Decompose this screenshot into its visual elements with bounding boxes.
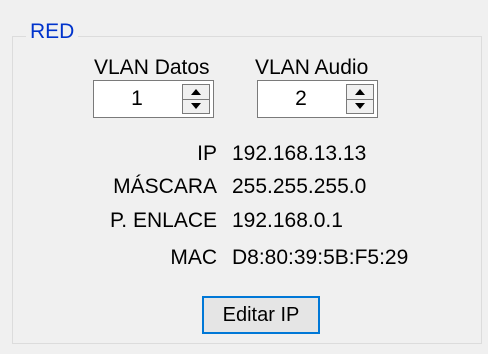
triangle-down-icon	[191, 103, 201, 109]
vlan-audio-stepper[interactable]: 2	[257, 80, 378, 118]
gateway-value: 192.168.0.1	[232, 209, 343, 232]
vlan-datos-decrement-button[interactable]	[183, 99, 209, 113]
triangle-up-icon	[355, 89, 365, 95]
vlan-datos-spin-buttons	[182, 84, 210, 114]
mask-label: MÁSCARA	[113, 175, 217, 198]
vlan-audio-spin-buttons	[346, 84, 374, 114]
vlan-audio-increment-button[interactable]	[347, 85, 373, 100]
group-title: RED	[26, 20, 79, 44]
triangle-down-icon	[355, 103, 365, 109]
vlan-datos-stepper[interactable]: 1	[93, 80, 214, 118]
mask-value: 255.255.255.0	[232, 175, 367, 198]
vlan-datos-label: VLAN Datos	[94, 56, 210, 79]
vlan-datos-value[interactable]: 1	[94, 81, 180, 117]
ip-value: 192.168.13.13	[232, 142, 367, 165]
edit-ip-button[interactable]: Editar IP	[202, 296, 320, 334]
mac-value: D8:80:39:5B:F5:29	[232, 246, 409, 269]
gateway-label: P. ENLACE	[110, 209, 217, 232]
ip-label: IP	[197, 142, 217, 165]
mac-label: MAC	[170, 246, 217, 269]
vlan-datos-increment-button[interactable]	[183, 85, 209, 100]
vlan-audio-value[interactable]: 2	[258, 81, 344, 117]
vlan-audio-decrement-button[interactable]	[347, 99, 373, 113]
vlan-audio-label: VLAN Audio	[255, 56, 369, 79]
triangle-up-icon	[191, 89, 201, 95]
